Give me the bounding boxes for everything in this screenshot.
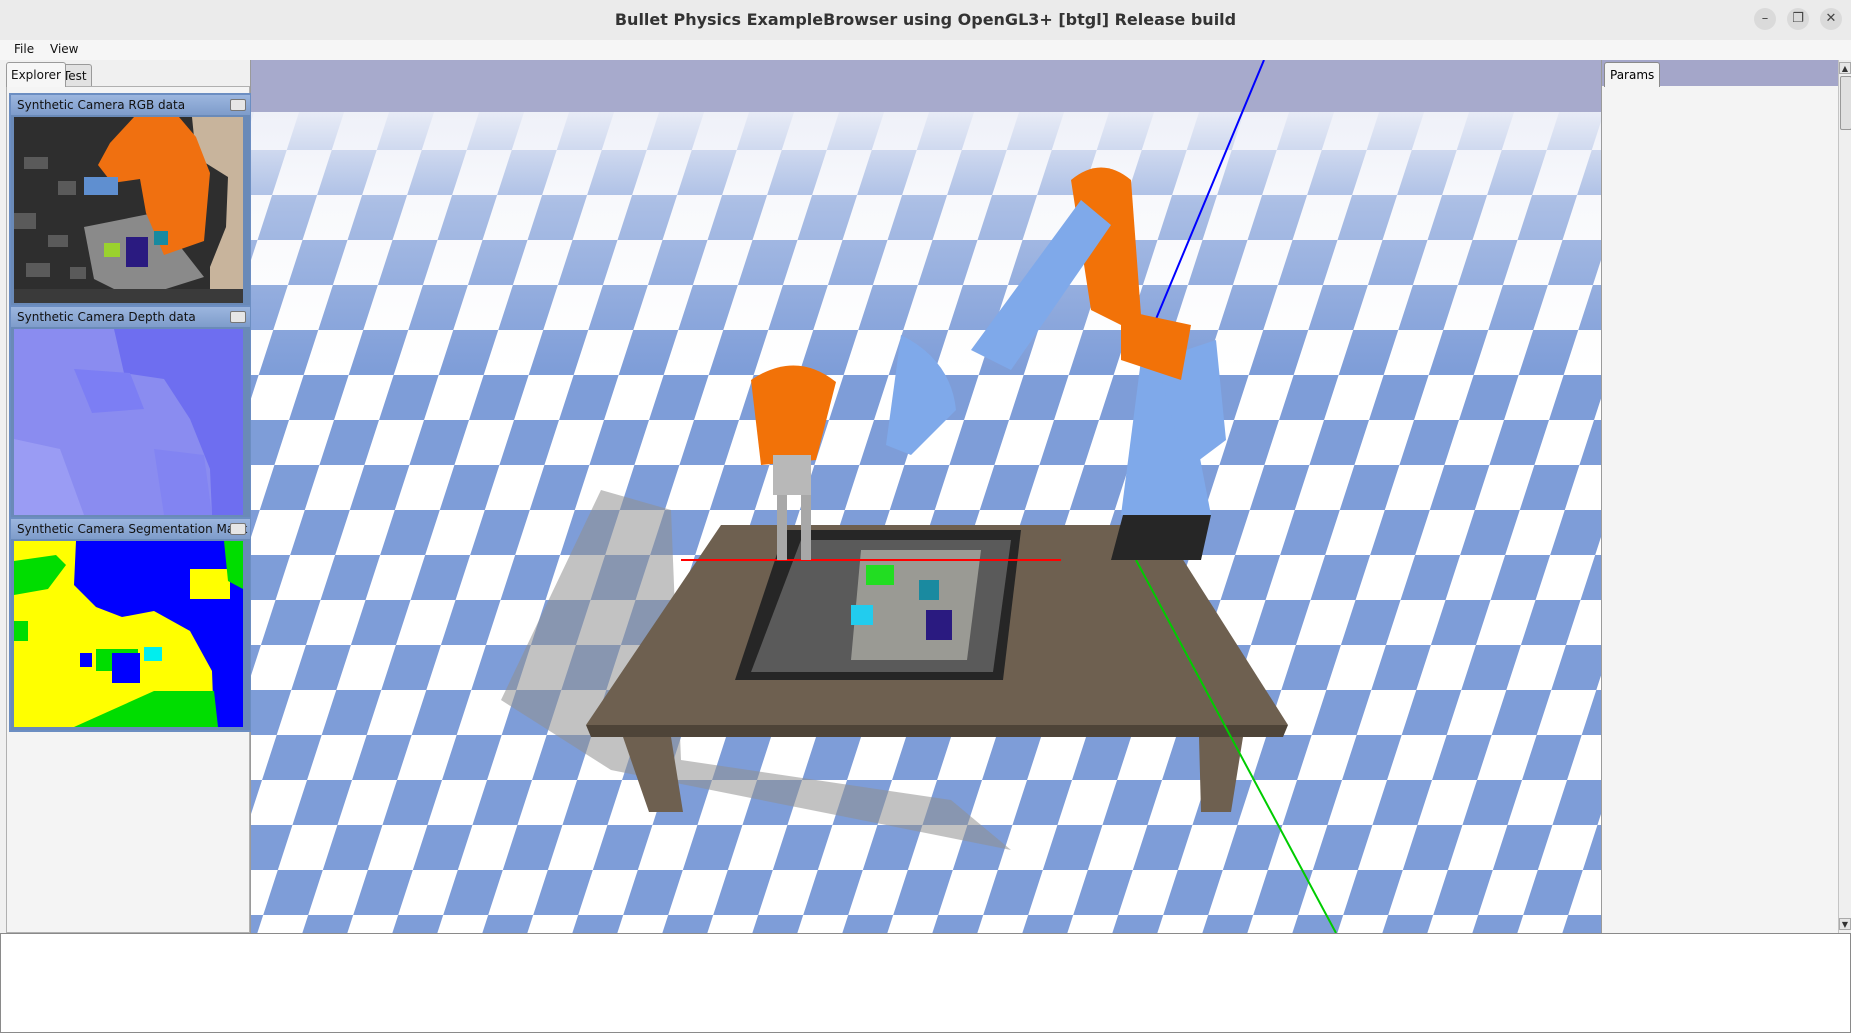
depth-camera-image: [14, 329, 243, 515]
rgb-camera-window[interactable]: Synthetic Camera RGB data: [9, 93, 252, 308]
depth-camera-header[interactable]: Synthetic Camera Depth data: [11, 307, 250, 327]
rgb-camera-header[interactable]: Synthetic Camera RGB data: [11, 95, 250, 115]
scroll-thumb[interactable]: [1840, 76, 1851, 130]
depth-camera-window[interactable]: Synthetic Camera Depth data: [9, 305, 252, 520]
window-title: Bullet Physics ExampleBrowser using Open…: [614, 10, 1237, 29]
segmentation-camera-window[interactable]: Synthetic Camera Segmentation Mask: [9, 517, 252, 732]
3d-viewport[interactable]: [251, 60, 1601, 933]
physics-scene[interactable]: [251, 60, 1601, 933]
green-object: [866, 565, 894, 585]
close-icon[interactable]: ✕: [1820, 8, 1842, 30]
tab-explorer[interactable]: Explorer: [6, 62, 66, 87]
title-bar: Bullet Physics ExampleBrowser using Open…: [0, 0, 1851, 41]
minimize-icon[interactable]: [230, 523, 246, 535]
menu-bar: File View: [0, 40, 1851, 60]
minimize-icon[interactable]: [230, 99, 246, 111]
minimize-icon[interactable]: [230, 311, 246, 323]
scrollbar[interactable]: ▲ ▼: [1838, 60, 1851, 933]
restore-icon[interactable]: ❐: [1787, 8, 1809, 30]
segmentation-camera-title: Synthetic Camera Segmentation Mask: [17, 522, 248, 536]
scroll-down-icon[interactable]: ▼: [1839, 918, 1851, 930]
segmentation-camera-header[interactable]: Synthetic Camera Segmentation Mask: [11, 519, 250, 539]
sky: [251, 60, 1601, 112]
rgb-camera-title: Synthetic Camera RGB data: [17, 98, 186, 112]
console-output[interactable]: [0, 933, 1851, 1033]
segmentation-camera-image: [14, 541, 243, 727]
purple-object: [926, 610, 952, 640]
menu-file[interactable]: File: [14, 42, 34, 56]
explorer-panel: Explorer Test Synthetic Camera RGB data: [0, 60, 252, 933]
menu-view[interactable]: View: [50, 42, 78, 56]
rgb-camera-image: [14, 117, 243, 303]
scroll-up-icon[interactable]: ▲: [1839, 62, 1851, 74]
cyan-object: [851, 605, 873, 625]
params-panel: Params: [1601, 60, 1839, 933]
tab-params[interactable]: Params: [1604, 62, 1661, 87]
depth-camera-title: Synthetic Camera Depth data: [17, 310, 196, 324]
robot-base: [1111, 515, 1211, 560]
minimize-icon[interactable]: –: [1754, 8, 1776, 30]
gripper: [773, 455, 811, 495]
